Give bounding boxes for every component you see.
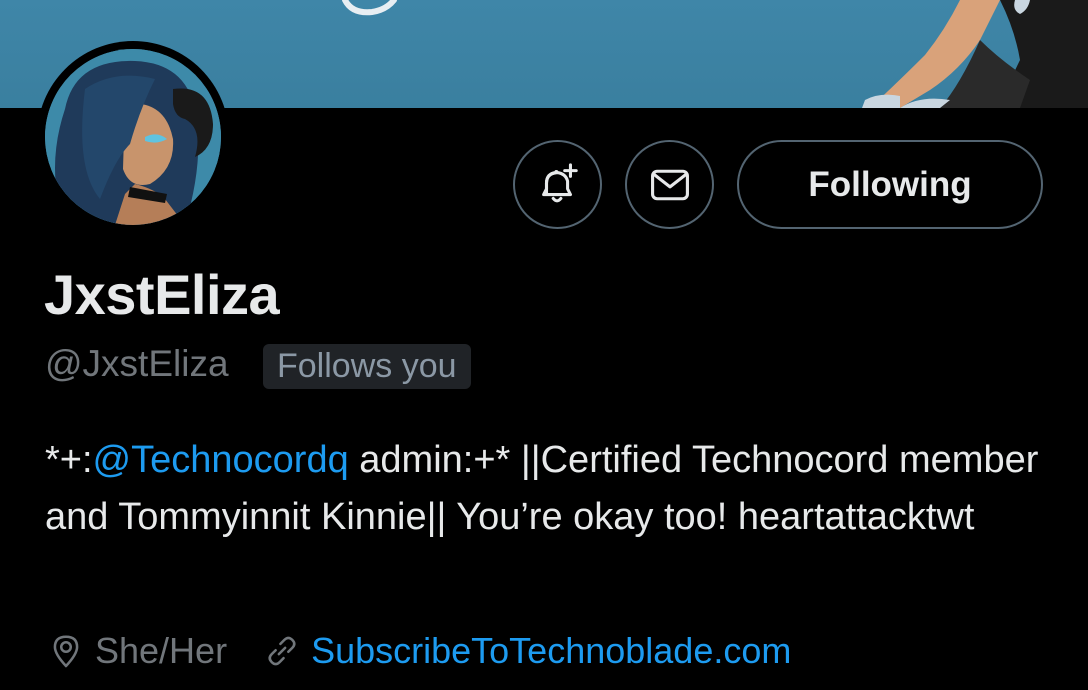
profile-meta: She/Her SubscribeToTechnoblade.com [47,626,791,676]
website-item[interactable]: SubscribeToTechnoblade.com [263,630,791,672]
avatar-image [45,49,221,225]
profile-page: Following JxstEliza @JxstEliza Follows y… [0,0,1088,690]
follows-you-badge: Follows you [263,344,471,389]
avatar[interactable] [37,41,229,233]
message-button[interactable] [625,140,714,229]
envelope-icon [650,169,689,200]
following-button[interactable]: Following [737,140,1043,229]
profile-bio: *+:@Technocordq admin:+* ||Certified Tec… [45,432,1055,546]
notifications-button[interactable] [513,140,602,229]
bio-mention-link[interactable]: @Technocordq [93,439,349,481]
user-handle: @JxstEliza [45,343,229,384]
website-link[interactable]: SubscribeToTechnoblade.com [311,630,791,672]
link-icon [268,636,296,666]
location-pin-icon [53,635,79,668]
display-name: JxstEliza [44,263,280,326]
bio-prefix: *+: [45,439,93,481]
bell-plus-icon [541,162,578,202]
pronouns-item: She/Her [47,630,227,672]
pronouns-text: She/Her [95,630,228,671]
